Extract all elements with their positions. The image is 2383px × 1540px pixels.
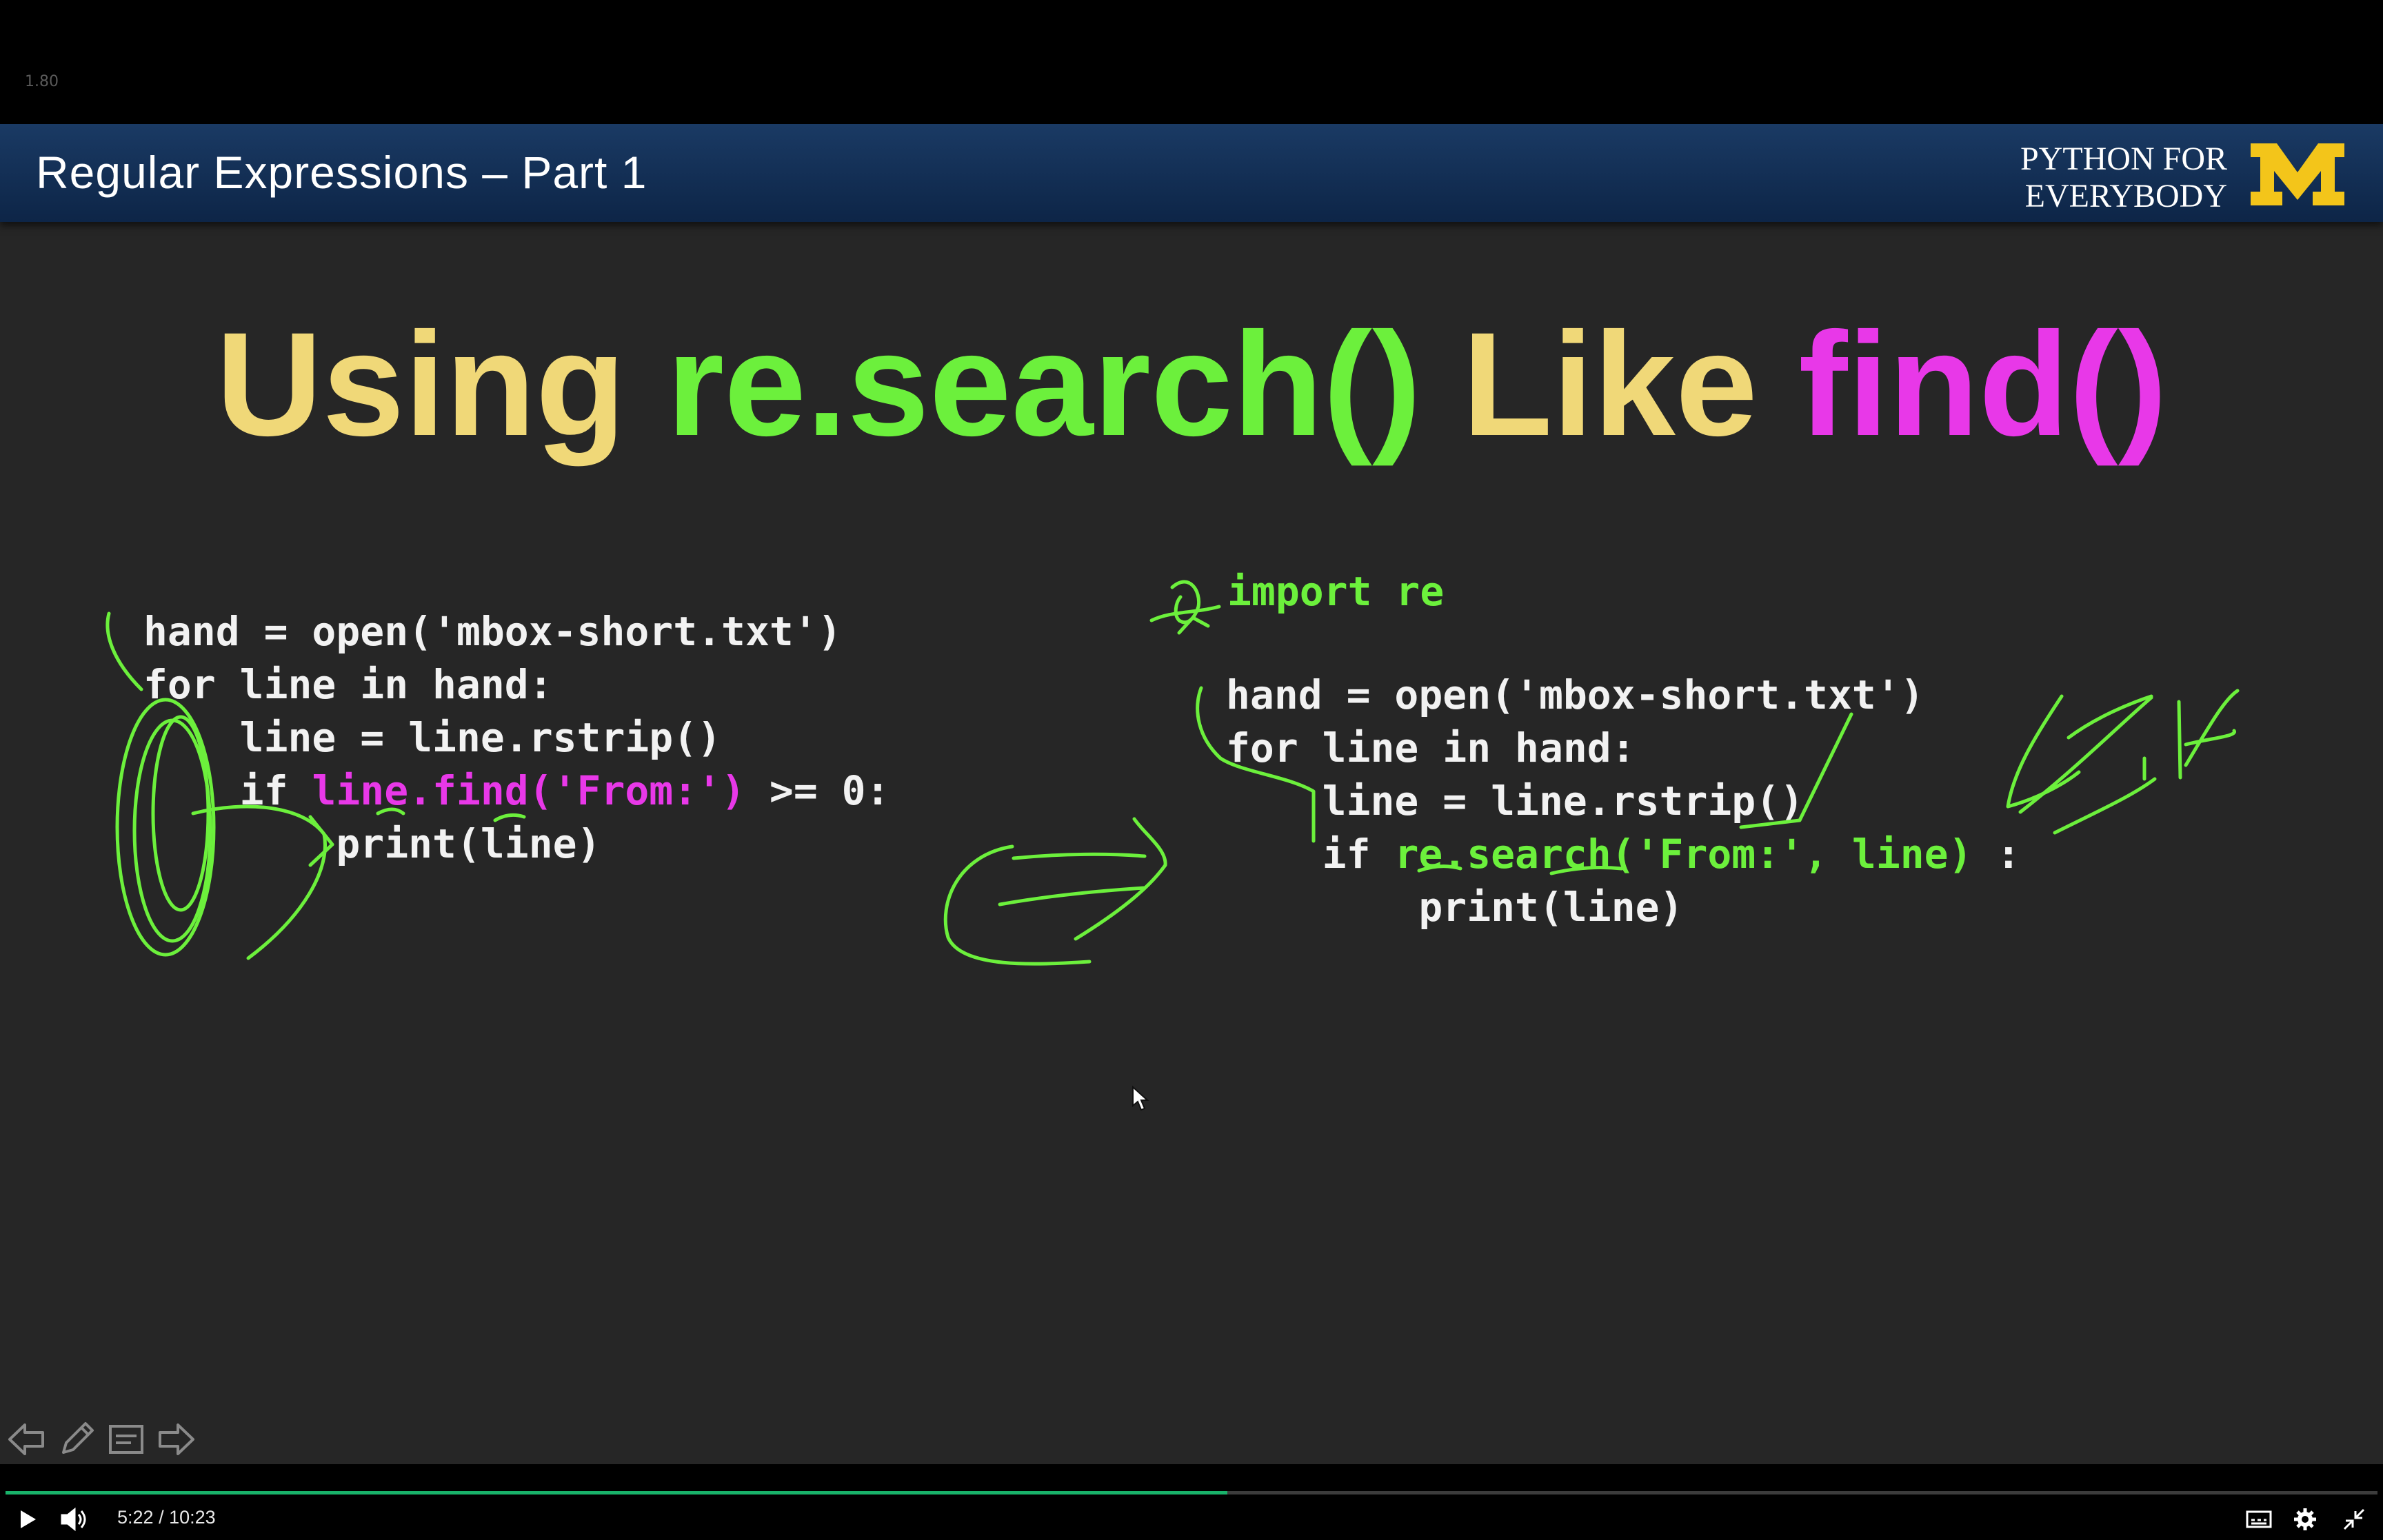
settings-icon[interactable] <box>2293 1507 2317 1532</box>
notes-icon[interactable] <box>103 1417 149 1462</box>
handwritten-annotations <box>105 580 2240 966</box>
exit-fullscreen-icon[interactable] <box>2342 1507 2366 1532</box>
pen-icon[interactable] <box>54 1417 99 1462</box>
play-icon[interactable] <box>17 1508 40 1530</box>
previous-slide-icon[interactable] <box>4 1417 50 1462</box>
mouse-cursor <box>1132 1085 1149 1111</box>
speed-indicator: 1.80 <box>25 73 59 90</box>
player-controls <box>0 1489 2383 1540</box>
next-slide-icon[interactable] <box>153 1417 199 1462</box>
current-time: 5:22 <box>117 1507 154 1528</box>
slide: Regular Expressions – Part 1 PYTHON FOR … <box>0 124 2383 1464</box>
captions-icon[interactable] <box>2245 1509 2273 1530</box>
progress-fill <box>6 1491 1227 1495</box>
total-duration: 10:23 <box>169 1507 216 1528</box>
progress-bar[interactable] <box>6 1491 2377 1495</box>
volume-icon[interactable] <box>59 1507 90 1532</box>
time-separator: / <box>159 1507 164 1528</box>
slide-toolbar <box>4 1416 204 1463</box>
time-display: 5:22 / 10:23 <box>117 1507 216 1528</box>
